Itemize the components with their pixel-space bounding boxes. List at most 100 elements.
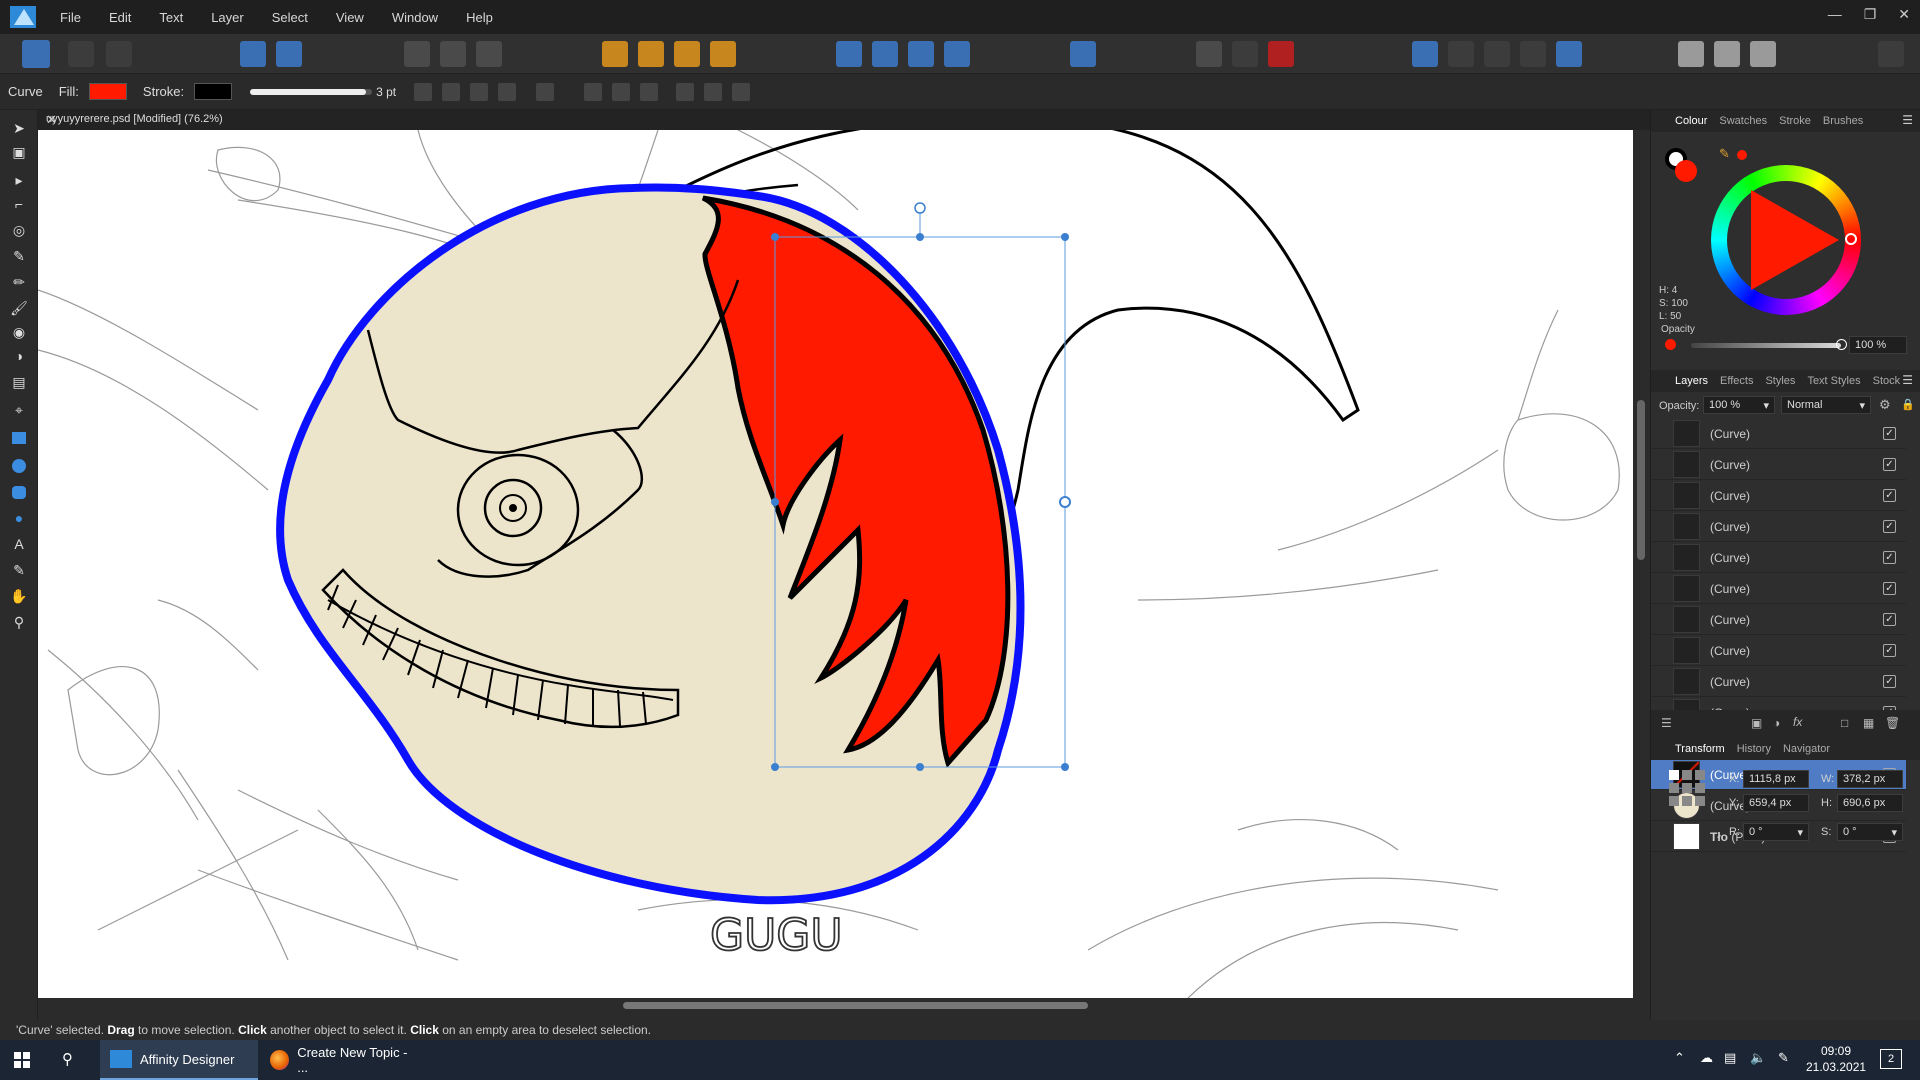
subtract-boolean-icon[interactable] [1448, 41, 1474, 67]
y-field[interactable]: 659,4 px [1743, 794, 1809, 812]
hue-selector[interactable] [1845, 233, 1857, 245]
handle-bottom[interactable] [916, 763, 924, 771]
artboard-tool-icon[interactable]: ▣ [9, 142, 29, 162]
flip-vertical-icon[interactable] [872, 41, 898, 67]
eyedropper-icon[interactable]: ✎ [1719, 146, 1730, 162]
corner-tool-icon[interactable]: ⌐ [9, 194, 29, 214]
tray-chevron-icon[interactable]: ⌃ [1674, 1050, 1685, 1066]
zoom-tool-icon[interactable]: ⚲ [9, 612, 29, 632]
recent-colour-dot[interactable] [1737, 150, 1747, 160]
align-top-icon[interactable] [676, 83, 694, 101]
node-tool-icon[interactable]: ▸ [9, 170, 29, 190]
layer-row[interactable]: (Curve) ✓ [1651, 543, 1906, 573]
align-left-icon[interactable] [584, 83, 602, 101]
rectangle-tool-icon[interactable] [9, 428, 29, 448]
w-field[interactable]: 378,2 px [1837, 770, 1903, 788]
tab-stock[interactable]: Stock [1873, 375, 1901, 387]
clock[interactable]: 09:09 21.03.2021 [1806, 1043, 1866, 1075]
layer-visibility-checkbox[interactable]: ✓ [1883, 582, 1896, 595]
layers-menu-icon[interactable]: ☰ [1902, 373, 1913, 387]
place-image-icon[interactable]: ▤ [9, 372, 29, 392]
handle-top-left[interactable] [771, 233, 779, 241]
layer-row[interactable]: (Curve) ✓ [1651, 636, 1906, 666]
tab-styles[interactable]: Styles [1765, 375, 1795, 387]
snap-to-grid-icon[interactable] [1232, 41, 1258, 67]
hand-tool-icon[interactable]: ✋ [9, 586, 29, 606]
align-middle-icon[interactable] [704, 83, 722, 101]
move-forward-one-icon[interactable] [674, 41, 700, 67]
transparency-tool-icon[interactable]: ◑ [9, 346, 29, 366]
group-icon[interactable]: ▦ [1863, 716, 1874, 730]
taskbar-affinity-designer[interactable]: Affinity Designer [100, 1040, 258, 1080]
vertical-scroll-thumb[interactable] [1637, 400, 1645, 560]
restore-icon[interactable]: ❐ [1864, 6, 1877, 23]
anchor-selector[interactable] [1669, 770, 1705, 806]
layer-visibility-checkbox[interactable]: ✓ [1883, 675, 1896, 688]
layer-visibility-checkbox[interactable]: ✓ [1883, 644, 1896, 657]
colour-wheel[interactable] [1711, 165, 1861, 315]
menu-text[interactable]: Text [159, 10, 183, 25]
layer-visibility-checkbox[interactable]: ✓ [1883, 427, 1896, 440]
tab-navigator[interactable]: Navigator [1783, 743, 1830, 755]
layer-opacity-field[interactable]: 100 % ▾ [1703, 396, 1775, 414]
menu-view[interactable]: View [336, 10, 364, 25]
point-transform-icon[interactable]: ◎ [9, 220, 29, 240]
shear-field[interactable]: 0 ° ▾ [1837, 823, 1903, 841]
stroke-swatch[interactable] [194, 83, 233, 100]
flip-horizontal-icon[interactable] [836, 41, 862, 67]
shape-tool-icon[interactable]: ● [9, 508, 29, 528]
pen-tool-icon[interactable]: ✎ [9, 246, 29, 266]
export-persona-icon[interactable] [106, 41, 132, 67]
layer-row[interactable]: (Curve) ✓ [1651, 605, 1906, 635]
layer-lock-icon[interactable]: 🔒 [1901, 398, 1915, 411]
menu-file[interactable]: File [60, 10, 81, 25]
opacity-slider[interactable] [1691, 343, 1841, 348]
align-bottom-icon[interactable] [732, 83, 750, 101]
layer-row[interactable]: (Curve) ✓ [1651, 512, 1906, 542]
tab-effects[interactable]: Effects [1720, 375, 1753, 387]
rounded-rect-tool-icon[interactable] [9, 482, 29, 502]
handle-top[interactable] [916, 233, 924, 241]
layer-visibility-checkbox[interactable]: ✓ [1883, 520, 1896, 533]
menu-layer[interactable]: Layer [211, 10, 244, 25]
menu-select[interactable]: Select [272, 10, 308, 25]
tab-swatches[interactable]: Swatches [1719, 115, 1767, 127]
snapping-magnet-icon[interactable] [1268, 41, 1294, 67]
close-document-icon[interactable]: ✕ [46, 112, 1638, 128]
pixel-persona-icon[interactable] [68, 41, 94, 67]
windows-start-icon[interactable] [14, 1052, 30, 1068]
layer-row[interactable]: (Curve) ✓ [1651, 667, 1906, 697]
handle-bottom-right[interactable] [1061, 763, 1069, 771]
align-center-icon[interactable] [612, 83, 630, 101]
tab-transform[interactable]: Transform [1675, 743, 1725, 755]
fill-tool-icon[interactable]: ◉ [9, 322, 29, 342]
horizontal-scroll-thumb[interactable] [623, 1002, 1088, 1009]
tab-brushes[interactable]: Brushes [1823, 115, 1863, 127]
xor-boolean-icon[interactable] [1520, 41, 1546, 67]
fx-icon[interactable]: fx [1793, 715, 1802, 729]
rotate-right-icon[interactable] [944, 41, 970, 67]
move-to-back-icon[interactable] [602, 41, 628, 67]
h-field[interactable]: 690,6 px [1837, 794, 1903, 812]
assistant-icon[interactable] [240, 41, 266, 67]
layer-settings-icon[interactable]: ⚙ [1879, 397, 1891, 413]
add-boolean-icon[interactable] [1412, 41, 1438, 67]
move-to-front-icon[interactable] [710, 41, 736, 67]
fill-colour-circle[interactable] [1675, 160, 1697, 182]
align-right-icon[interactable] [640, 83, 658, 101]
layer-visibility-checkbox[interactable]: ✓ [1883, 613, 1896, 626]
pen-workspace-icon[interactable]: ✎ [1778, 1050, 1789, 1066]
tab-text-styles[interactable]: Text Styles [1807, 375, 1860, 387]
taskbar-firefox[interactable]: Create New Topic - ... [262, 1040, 417, 1080]
transform-objects-icon[interactable] [476, 41, 502, 67]
layer-row[interactable]: (Curve) ✓ [1651, 481, 1906, 511]
close-icon[interactable]: ✕ [1898, 6, 1910, 23]
layer-visibility-checkbox[interactable]: ✓ [1883, 551, 1896, 564]
insert-top-icon[interactable] [1750, 41, 1776, 67]
context-grid-icon[interactable] [470, 83, 488, 101]
fill-swatch[interactable] [88, 83, 127, 100]
ellipse-tool-icon[interactable] [9, 456, 29, 476]
bounding-box-icon[interactable] [404, 41, 430, 67]
rotation-field[interactable]: 0 ° ▾ [1743, 823, 1809, 841]
designer-persona-icon[interactable] [22, 40, 50, 68]
